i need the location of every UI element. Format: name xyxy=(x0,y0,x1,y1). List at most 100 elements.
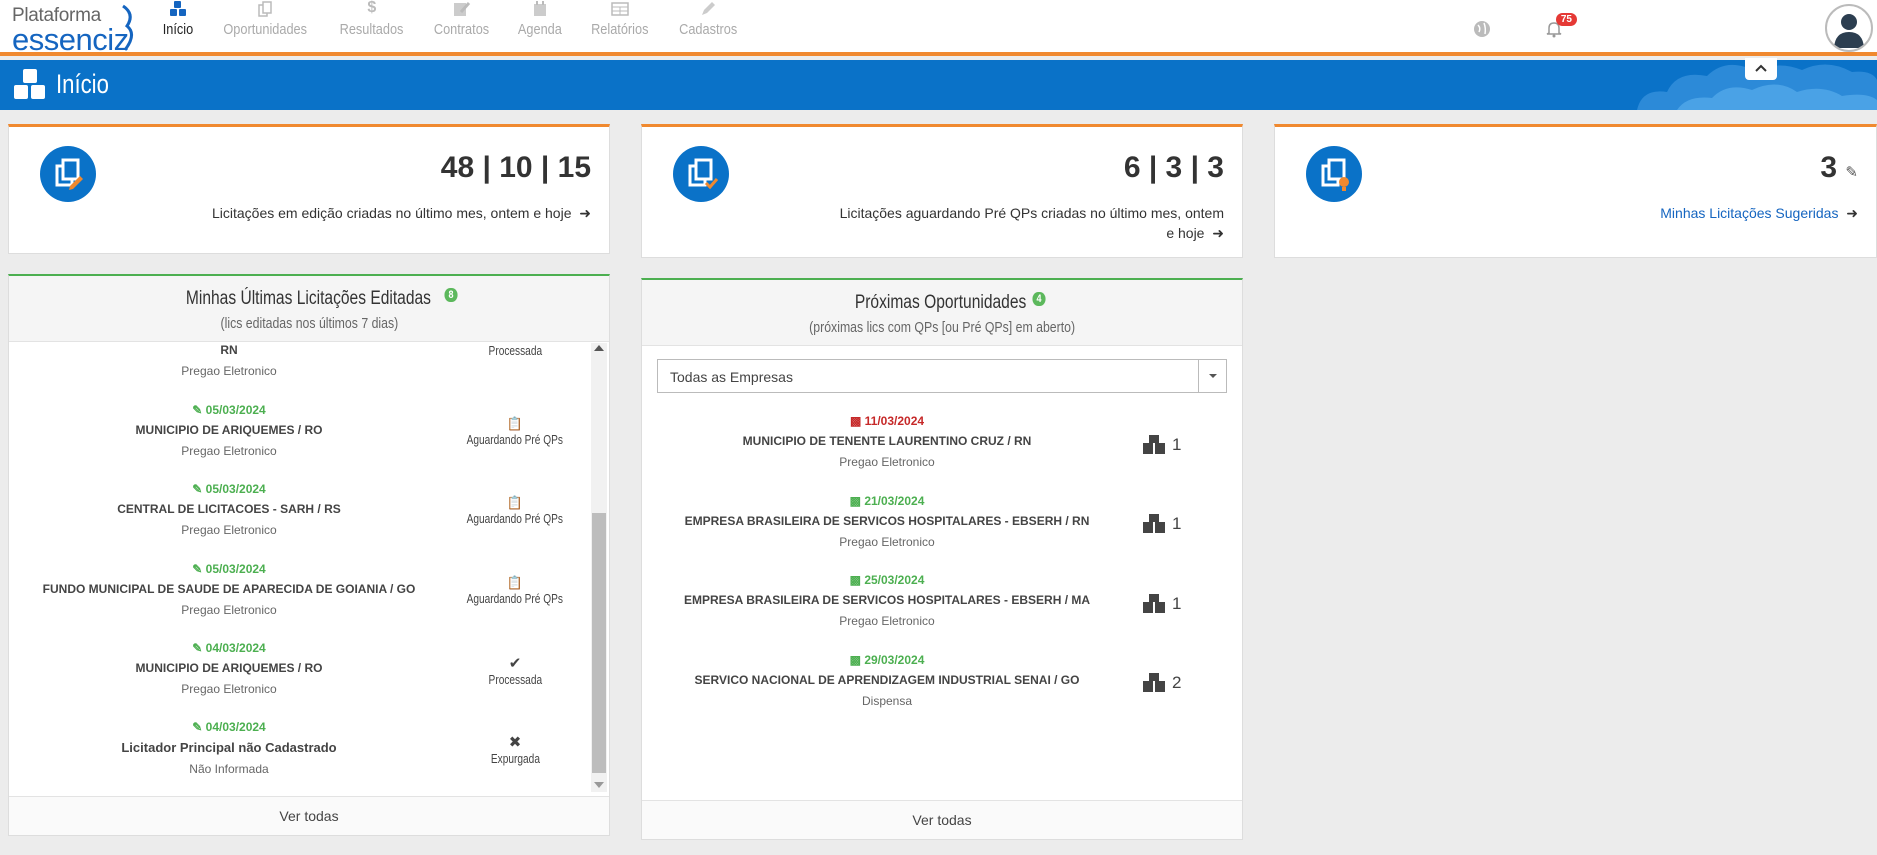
list-item[interactable]: ✎ 04/03/2024 Licitador Principal não Cad… xyxy=(9,720,449,776)
scrollbar[interactable] xyxy=(591,343,607,792)
clipboard-icon: 📋 xyxy=(506,575,524,590)
status-label: Aguardando Pré QPs xyxy=(466,511,564,526)
dollar-icon: $ xyxy=(367,0,377,16)
nav-inicio[interactable]: Início xyxy=(150,0,206,52)
globe-icon[interactable] xyxy=(1473,20,1491,43)
item-status: Processada xyxy=(445,343,585,358)
stat-link[interactable]: Minhas Licitações Sugeridas ➜ xyxy=(1660,203,1858,223)
item-org: SERVICO NACIONAL DE APRENDIZAGEM INDUSTR… xyxy=(694,673,1080,687)
notification-count-badge: 75 xyxy=(1555,13,1577,26)
count-badge: 4 xyxy=(1032,292,1047,306)
times-circle-icon: ✖ xyxy=(508,734,522,751)
list-item[interactable]: ✎ 05/03/2024 MUNICIPIO DE ARIQUEMES / RO… xyxy=(9,403,449,458)
item-modality: Pregao Eletronico xyxy=(839,455,935,469)
scroll-down-arrow[interactable] xyxy=(594,782,604,788)
panel-header: Próximas Oportunidades 4 (próximas lics c… xyxy=(642,280,1242,346)
date-text: 05/03/2024 xyxy=(205,482,266,496)
stat-description: Minhas Licitações Sugeridas xyxy=(1660,205,1839,221)
page-title: Início xyxy=(56,69,109,99)
stat-link[interactable]: Licitações em edição criadas no último m… xyxy=(212,203,591,223)
item-modality: Pregao Eletronico xyxy=(181,444,277,458)
stat-card-editing: 48 | 10 | 15 Licitações em edição criada… xyxy=(8,124,610,254)
cubes-icon xyxy=(169,0,187,17)
count-badge: 8 xyxy=(444,288,459,302)
date-text: 05/03/2024 xyxy=(205,562,266,576)
arrow-right-icon: ➜ xyxy=(1208,225,1224,241)
list-item[interactable]: ✎ 05/03/2024 CENTRAL DE LICITACOES - SAR… xyxy=(9,482,449,537)
calendar-icon: ▩ xyxy=(849,653,861,667)
status-label: Aguardando Pré QPs xyxy=(466,432,564,447)
top-navbar: Plataforma essenciz Início Oportunidades… xyxy=(0,0,1877,57)
chevron-down-icon[interactable] xyxy=(1198,360,1226,392)
list-item[interactable]: ✎ 05/03/2024 FUNDO MUNICIPAL DE SAUDE DE… xyxy=(9,562,449,617)
stat-description-line2: e hoje xyxy=(1166,225,1205,241)
list-item-partial[interactable]: RN Pregao Eletronico xyxy=(9,343,449,378)
see-all-link[interactable]: Ver todas xyxy=(642,800,1242,839)
opportunity-item[interactable]: ▩ 25/03/2024 EMPRESA BRASILEIRA DE SERVI… xyxy=(652,573,1122,628)
nav-contratos[interactable]: Contratos xyxy=(419,0,504,52)
stat-value-wrap: 3 ✎ xyxy=(1820,151,1858,185)
nav-label: Cadastros xyxy=(678,21,737,38)
item-modality: Pregao Eletronico xyxy=(181,682,277,696)
item-org: CENTRAL DE LICITACOES - SARH / RS xyxy=(117,502,341,516)
panel-title: Próximas Oportunidades xyxy=(855,292,1027,313)
nav-label: Relatórios xyxy=(591,21,649,38)
item-date: ✎ 05/03/2024 xyxy=(9,403,449,417)
clipboard-icon: 📋 xyxy=(506,495,524,510)
list-item[interactable]: ✎ 04/03/2024 MUNICIPIO DE ARIQUEMES / RO… xyxy=(9,641,449,696)
copy-icon xyxy=(258,0,272,17)
panel-header: Minhas Últimas Licitações Editadas 8 (lic… xyxy=(9,276,609,342)
opportunity-item[interactable]: ▩ 29/03/2024 SERVICO NACIONAL DE APRENDI… xyxy=(652,653,1122,708)
date-text: 04/03/2024 xyxy=(205,641,266,655)
edit-icon: ✎ xyxy=(192,482,203,496)
stat-value: 6 | 3 | 3 xyxy=(1123,151,1224,184)
nav-agenda[interactable]: Agenda xyxy=(504,0,576,52)
item-org: MUNICIPIO DE ARIQUEMES / RO xyxy=(135,661,323,675)
nav-relatorios[interactable]: Relatórios xyxy=(576,0,664,52)
edit-icon: ✎ xyxy=(192,641,203,655)
item-date: ▩ 29/03/2024 xyxy=(652,653,1122,667)
header-actions: 75 xyxy=(1474,0,1877,52)
status-label: Aguardando Pré QPs xyxy=(466,591,564,606)
date-text: 21/03/2024 xyxy=(864,494,925,508)
panel-title: Minhas Últimas Licitações Editadas xyxy=(185,288,431,309)
nav-label: Contratos xyxy=(434,21,490,38)
edit-icon[interactable]: ✎ xyxy=(1845,164,1858,181)
boxes-icon xyxy=(1142,594,1166,619)
nav-label: Resultados xyxy=(339,21,404,38)
stat-value: 48 | 10 | 15 xyxy=(440,151,591,184)
item-status: ✔ Processada xyxy=(445,654,585,687)
scroll-thumb[interactable] xyxy=(592,513,606,773)
panel-subtitle-wrap: (próximas lics com QPs [ou Pré QPs] em a… xyxy=(642,319,1242,336)
item-date: ▩ 25/03/2024 xyxy=(652,573,1122,587)
company-select[interactable]: Todas as Empresas xyxy=(657,359,1227,393)
stat-card-pre-qps: 6 | 3 | 3 Licitações aguardando Pré QPs … xyxy=(641,124,1243,258)
nav-cadastros[interactable]: Cadastros xyxy=(664,0,752,52)
edited-list[interactable]: RN Pregao Eletronico Processada ✎ 05/03/… xyxy=(9,343,609,798)
check-circle-icon: ✔ xyxy=(508,655,522,672)
arrow-right-icon: ➜ xyxy=(1842,205,1858,221)
see-all-link[interactable]: Ver todas xyxy=(9,796,609,835)
item-date: ✎ 05/03/2024 xyxy=(9,482,449,496)
item-date: ▩ 11/03/2024 xyxy=(652,414,1122,428)
scroll-up-arrow[interactable] xyxy=(594,345,604,351)
collapse-toggle-button[interactable] xyxy=(1745,58,1777,80)
nav-oportunidades[interactable]: Oportunidades xyxy=(206,0,324,52)
panel-title-wrap: Próximas Oportunidades 4 xyxy=(642,292,1242,314)
nav-label: Início xyxy=(162,21,194,38)
item-quantity: 1 xyxy=(1172,435,1182,454)
stat-link[interactable]: Licitações aguardando Pré QPs criadas no… xyxy=(840,203,1224,243)
cubes-icon xyxy=(14,69,45,99)
nav-label: Oportunidades xyxy=(223,21,307,38)
chevron-up-icon xyxy=(1755,64,1767,72)
item-status: 📋 Aguardando Pré QPs xyxy=(445,575,585,606)
app-logo[interactable]: Plataforma essenciz xyxy=(12,4,147,57)
opportunities-panel: Próximas Oportunidades 4 (próximas lics c… xyxy=(641,278,1243,840)
date-text: 04/03/2024 xyxy=(205,720,266,734)
main-nav: Início Oportunidades $ Resultados Contra… xyxy=(150,0,752,52)
nav-resultados[interactable]: $ Resultados xyxy=(324,0,419,52)
opportunity-item[interactable]: ▩ 11/03/2024 MUNICIPIO DE TENENTE LAUREN… xyxy=(652,414,1122,469)
user-avatar[interactable] xyxy=(1825,4,1873,52)
opportunity-item[interactable]: ▩ 21/03/2024 EMPRESA BRASILEIRA DE SERVI… xyxy=(652,494,1122,549)
boxes-icon xyxy=(1142,673,1166,698)
